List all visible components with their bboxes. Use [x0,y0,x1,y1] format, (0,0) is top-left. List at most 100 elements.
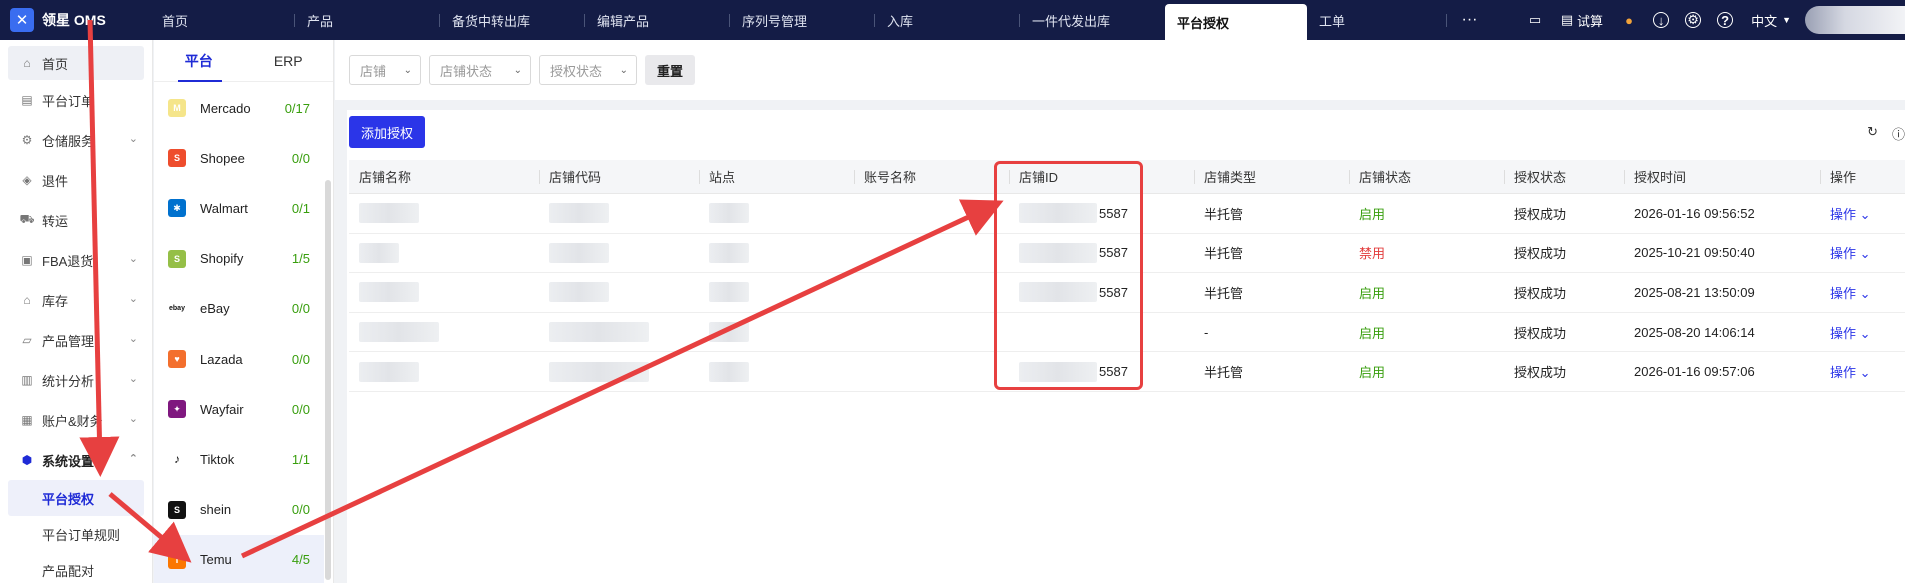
store-id-highlight-box [994,161,1143,390]
platform-item-ebay[interactable]: ebay eBay 0/0 [154,284,324,334]
help-icon[interactable]: ⓘ [1892,124,1905,143]
row-actions-button[interactable]: 操作 ⌄ [1820,194,1905,233]
sidebar-item-home[interactable]: ⌂ 首页 [8,46,144,80]
tab-stock-transfer-outbound[interactable]: 备货中转出库 [440,0,585,40]
cell-store-status: 启用 [1359,325,1386,341]
redacted-value [709,282,749,303]
panel-tools: ↻ ⓘ [1853,124,1905,143]
sidebar-sub-platform-auth[interactable]: 平台授权 [8,480,144,516]
refresh-icon[interactable]: ↻ [1867,124,1878,143]
chevron-down-icon: ⌄ [128,333,138,345]
cell-store-name [349,273,539,312]
cell-store-type: 半托管 [1204,285,1244,301]
sidebar-item-product-management[interactable]: ▱ 产品管理 ⌄ [0,320,152,360]
platform-item-tiktok[interactable]: ♪ Tiktok 1/1 [154,434,324,484]
platform-item-walmart[interactable]: ✱ Walmart 0/1 [154,183,324,233]
tab-inbound[interactable]: 入库 [875,0,1020,40]
row-actions-button[interactable]: 操作 ⌄ [1820,313,1905,352]
col-actions: 操作 [1820,160,1905,194]
top-right-tools: ▭ ▤ 试算 ● ↓ ⚙ ? 中文 ▼ [1519,0,1905,40]
platform-item-shein[interactable]: Sshein 0/0 [154,485,324,535]
trial-calc-link[interactable]: 试算 [1577,11,1603,30]
redacted-value [359,322,439,343]
inventory-icon: ⌂ [23,293,31,307]
nav-tabs: 首页 产品 备货中转出库 编辑产品 序列号管理 入库 一件代发出库 平台授权 工… [150,0,1492,40]
auth-status-select[interactable]: 授权状态 ⌄ [539,55,637,85]
platform-item-mercado[interactable]: M Mercado 0/17 [154,83,324,133]
row-actions-button[interactable]: 操作 ⌄ [1820,352,1905,391]
sidebar-item-account-finance[interactable]: ▦ 账户&财务 ⌄ [0,400,152,440]
order-icon: ▤ [21,93,33,107]
platform-item-wayfair[interactable]: ✦ Wayfair 0/0 [154,384,324,434]
sidebar-item-system-settings[interactable]: ⬢ 系统设置 ⌃ [0,440,152,480]
sidebar-sub-platform-order-rules[interactable]: 平台订单规则 [0,516,152,552]
more-tabs-button[interactable]: ··· [1447,0,1492,40]
cell-store-name [349,194,539,233]
cell-store-status: 禁用 [1359,246,1386,262]
help-icon[interactable]: ? [1717,12,1734,28]
avatar[interactable] [1805,6,1905,34]
settings-icon: ⬢ [21,453,33,467]
sidebar-item-fba-returns[interactable]: ▣ FBA退货 ⌄ [0,240,152,280]
home-icon: ⌂ [23,56,31,70]
sidebar-item-inventory[interactable]: ⌂ 库存 ⌄ [0,280,152,320]
tab-edit-product[interactable]: 编辑产品 [585,0,730,40]
platform-count: 1/1 [291,451,310,467]
box-icon[interactable]: ▭ [1527,12,1543,28]
sidebar-item-warehouse[interactable]: ⚙ 仓储服务 ⌄ [0,120,152,160]
reset-button[interactable]: 重置 [645,55,696,85]
platform-count: 1/5 [291,251,310,267]
sidebar-item-platform-orders[interactable]: ▤ 平台订单 [0,80,152,120]
cell-auth-time: 2025-10-21 09:50:40 [1634,245,1755,261]
add-auth-button[interactable]: 添加授权 [349,116,426,148]
download-icon[interactable]: ↓ [1653,12,1670,28]
lazada-logo-icon: ♥ [168,350,186,369]
sidebar-sub-product-pairing[interactable]: 产品配对 [0,552,152,583]
app-logo[interactable]: ✕ 领星 OMS [0,0,150,40]
platform-item-shopify[interactable]: S Shopify 1/5 [154,234,324,284]
tab-home[interactable]: 首页 [150,0,295,40]
cell-store-code [539,352,699,391]
platform-item-lazada[interactable]: ♥ Lazada 0/0 [154,334,324,384]
cell-site [699,234,854,273]
col-account-name: 账号名称 [854,160,1009,194]
row-actions-button[interactable]: 操作 ⌄ [1820,273,1905,312]
redacted-value [359,203,419,224]
language-select[interactable]: 中文 [1751,11,1777,30]
tab-platform[interactable]: 平台 [154,40,244,82]
col-auth-time: 授权时间 [1624,160,1820,194]
store-status-select[interactable]: 店铺状态 ⌄ [429,55,531,85]
cell-auth-status: 授权成功 [1514,206,1567,222]
cell-auth-status: 授权成功 [1514,285,1567,301]
chevron-down-icon: ⌄ [128,373,138,385]
cell-account-name [854,352,1009,391]
redacted-value [549,361,649,382]
gear-icon[interactable]: ⚙ [1685,12,1702,28]
sidebar-item-returns[interactable]: ◈ 退件 [0,160,152,200]
tab-work-order[interactable]: 工单 [1307,0,1447,40]
robot-icon[interactable]: ● [1621,12,1637,28]
col-auth-status: 授权状态 [1504,160,1624,194]
chevron-up-icon: ⌃ [128,453,138,465]
platform-list-scrollbar[interactable] [325,180,331,580]
cell-account-name [854,194,1009,233]
cell-store-status: 启用 [1359,206,1386,222]
chevron-down-icon: ⌄ [128,133,138,145]
platform-item-temu[interactable]: T Temu 4/5 [154,534,324,583]
tab-product[interactable]: 产品 [295,0,440,40]
calculator-icon: ▤ [1560,12,1574,27]
sidebar-item-transfer[interactable]: ⛟ 转运 [0,200,152,240]
platform-item-shopee[interactable]: S Shopee 0/0 [154,133,324,183]
tab-platform-auth[interactable]: 平台授权 [1165,4,1307,40]
tab-dropship-outbound[interactable]: 一件代发出库 [1020,0,1165,40]
row-actions-button[interactable]: 操作 ⌄ [1820,234,1905,273]
cell-site [699,273,854,312]
platform-tabs: 平台 ERP [154,40,333,82]
col-store-type: 店铺类型 [1194,160,1349,194]
tab-serial-number[interactable]: 序列号管理 [730,0,875,40]
cell-store-type: 半托管 [1204,246,1244,262]
filter-bar: 店铺 ⌄ 店铺状态 ⌄ 授权状态 ⌄ 重置 [335,40,1905,100]
tab-erp[interactable]: ERP [244,40,334,81]
sidebar-item-statistics[interactable]: ▥ 统计分析 ⌄ [0,360,152,400]
store-select[interactable]: 店铺 ⌄ [349,55,421,85]
